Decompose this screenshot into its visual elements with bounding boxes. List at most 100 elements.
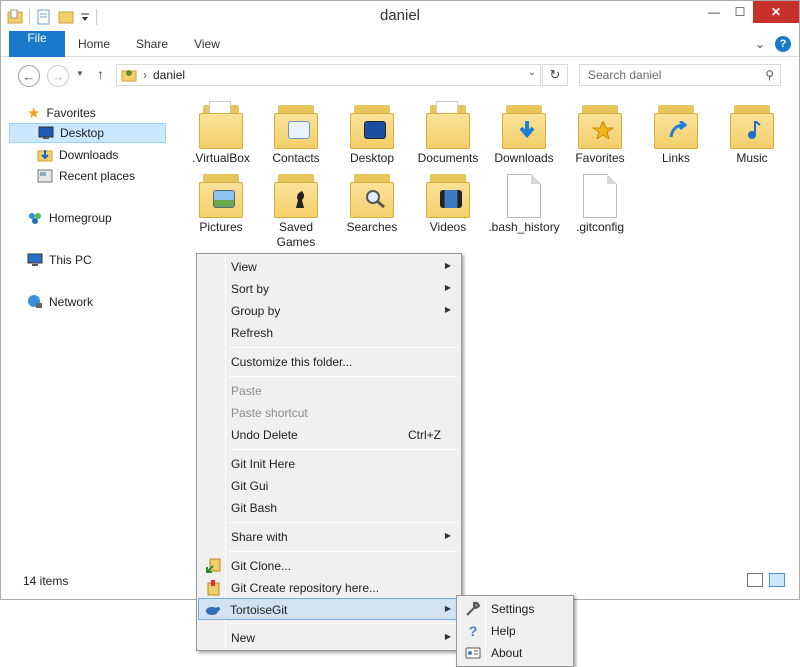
nav-recent-places[interactable]: Recent places	[37, 166, 135, 186]
search-input[interactable]: Search daniel ⚲	[579, 64, 781, 86]
file-name: Desktop	[349, 151, 395, 165]
nav-this-pc[interactable]: This PC	[27, 250, 92, 270]
download-arrow-icon	[519, 121, 535, 139]
window-title: daniel	[379, 7, 421, 24]
close-button[interactable]: ✕	[753, 1, 799, 23]
tab-view[interactable]: View	[183, 31, 231, 57]
computer-icon	[27, 253, 43, 266]
desktop-icon	[364, 121, 386, 139]
back-button[interactable]: ←	[18, 65, 40, 87]
git-clone-icon	[206, 558, 221, 573]
folder-item[interactable]: Desktop	[334, 99, 410, 166]
menu-separator	[229, 551, 457, 552]
submenu-item-about[interactable]: About	[459, 642, 571, 664]
navigation-pane: ★ Favorites Desktop Downloads Recent pla…	[1, 93, 171, 563]
menu-item-tortoisegit[interactable]: TortoiseGit ▶	[198, 598, 460, 620]
menu-item-share-with[interactable]: Share with ▶	[199, 526, 459, 548]
star-icon	[592, 121, 614, 139]
about-icon	[465, 647, 481, 659]
folder-item[interactable]: Music	[714, 99, 790, 166]
search-icon[interactable]: ⚲	[765, 68, 774, 82]
maximize-button[interactable]: ☐	[727, 1, 753, 23]
breadcrumb-separator[interactable]: ›	[143, 68, 147, 82]
folder-item[interactable]: Saved Games	[258, 168, 334, 250]
menu-item-group-by[interactable]: Group by ▶	[199, 300, 459, 322]
landscape-icon	[213, 190, 235, 208]
downloads-icon	[37, 150, 53, 162]
folder-item[interactable]: Documents	[410, 99, 486, 166]
menu-item-refresh[interactable]: Refresh	[199, 322, 459, 344]
submenu-item-settings[interactable]: Settings	[459, 598, 571, 620]
help-icon: ?	[468, 623, 478, 639]
music-note-icon	[748, 121, 761, 139]
menu-separator	[229, 347, 457, 348]
file-name: Pictures	[199, 220, 243, 234]
menu-item-git-clone[interactable]: Git Clone...	[199, 555, 459, 577]
file-item[interactable]: .gitconfig	[562, 168, 638, 235]
nav-homegroup[interactable]: Homegroup	[27, 208, 112, 228]
menu-item-view[interactable]: View ▶	[199, 256, 459, 278]
folder-item[interactable]: Downloads	[486, 99, 562, 166]
contacts-icon	[288, 121, 310, 139]
folder-item[interactable]: Favorites	[562, 99, 638, 166]
git-create-repo-icon	[207, 580, 220, 596]
nav-favorites[interactable]: ★ Favorites	[27, 103, 96, 123]
nav-network-label: Network	[49, 295, 94, 309]
tab-file[interactable]: File	[9, 31, 65, 57]
recent-locations-icon[interactable]: ▼	[76, 69, 84, 78]
menu-item-git-create-repo[interactable]: Git Create repository here...	[199, 577, 459, 599]
menu-item-customize-folder[interactable]: Customize this folder...	[199, 351, 459, 373]
view-switcher	[747, 573, 785, 587]
folder-item[interactable]: Pictures	[183, 168, 259, 235]
file-item[interactable]: .bash_history	[486, 168, 562, 235]
tab-home[interactable]: Home	[69, 31, 119, 57]
large-icons-view-icon[interactable]	[769, 573, 785, 587]
ribbon-right-controls: ⌄ ?	[755, 36, 791, 52]
menu-item-git-init[interactable]: Git Init Here	[199, 453, 459, 475]
chess-piece-icon	[296, 191, 304, 208]
menu-item-paste-shortcut[interactable]: Paste shortcut	[199, 402, 459, 424]
minimize-button[interactable]: —	[701, 1, 727, 23]
menu-item-sort-by[interactable]: Sort by ▶	[199, 278, 459, 300]
menu-item-new[interactable]: New ▶	[199, 627, 459, 649]
magnifier-icon	[366, 190, 385, 208]
menu-separator	[229, 522, 457, 523]
folder-item[interactable]: Searches	[334, 168, 410, 235]
file-name: Downloads	[494, 151, 554, 165]
menu-item-undo-delete[interactable]: Undo Delete Ctrl+Z	[199, 424, 459, 446]
document-icon	[583, 174, 617, 218]
file-name: Documents	[417, 151, 479, 165]
expand-ribbon-icon[interactable]: ⌄	[755, 37, 765, 51]
address-bar[interactable]: › daniel ⌄	[116, 64, 541, 86]
menu-item-git-bash[interactable]: Git Bash	[199, 497, 459, 519]
breadcrumb-daniel[interactable]: daniel	[153, 68, 185, 82]
details-view-icon[interactable]	[747, 573, 763, 587]
folder-item[interactable]: Links	[638, 99, 714, 166]
up-button[interactable]: ↑	[97, 66, 104, 82]
submenu-item-help[interactable]: ? Help	[459, 620, 571, 642]
nav-favorites-label: Favorites	[46, 106, 96, 120]
address-dropdown-icon[interactable]: ⌄	[528, 67, 536, 78]
folder-item[interactable]: Contacts	[258, 99, 334, 166]
forward-button[interactable]: →	[47, 65, 69, 87]
nav-desktop[interactable]: Desktop	[9, 123, 166, 143]
help-icon[interactable]: ?	[775, 36, 791, 52]
tortoisegit-icon	[206, 607, 220, 615]
star-icon: ★	[27, 105, 41, 122]
menu-separator	[229, 623, 457, 624]
nav-network[interactable]: Network	[27, 292, 93, 312]
tab-share[interactable]: Share	[125, 31, 179, 57]
nav-desktop-label: Desktop	[60, 126, 105, 140]
nav-homegroup-label: Homegroup	[49, 211, 112, 225]
nav-downloads[interactable]: Downloads	[37, 145, 118, 165]
menu-item-paste[interactable]: Paste	[199, 380, 459, 402]
address-row: ← → ▼ ↑ › daniel ⌄ ↻ Search daniel ⚲	[1, 58, 799, 92]
folder-item[interactable]: Videos	[410, 168, 486, 235]
refresh-button[interactable]: ↻	[542, 64, 568, 86]
file-name: Music	[736, 151, 768, 165]
user-folder-icon	[121, 70, 137, 82]
title-bar: daniel — ☐ ✕	[1, 1, 799, 31]
menu-item-git-gui[interactable]: Git Gui	[199, 475, 459, 497]
file-name: Favorites	[575, 151, 625, 165]
folder-item[interactable]: .VirtualBox	[183, 99, 259, 166]
